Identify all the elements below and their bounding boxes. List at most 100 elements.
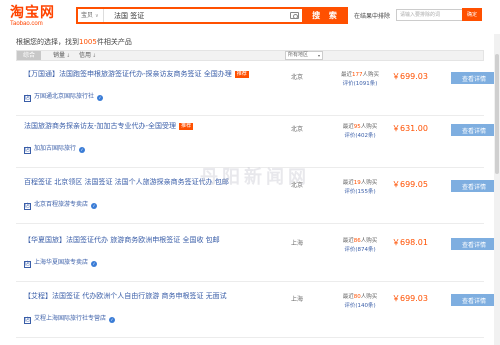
shop-icon: 店 — [24, 203, 31, 210]
review-link[interactable]: 评价(140条) — [332, 302, 388, 311]
sales-prefix: 最近 — [342, 180, 354, 186]
item-title[interactable]: 法国旅游商务探亲访友-加加古专业代办-全国受理 推荐 — [24, 122, 264, 131]
location-select-label: 所有地区 — [288, 52, 309, 58]
sales-suffix: 人购买 — [360, 124, 378, 130]
verified-icon: ✓ — [91, 203, 98, 209]
result-count: 1005 — [79, 38, 97, 46]
view-details-button[interactable]: 查看详情 — [451, 238, 497, 250]
sort-tab-default[interactable]: 综合 — [17, 51, 42, 60]
exclude-input[interactable] — [396, 9, 472, 21]
shop-name: 万国通北京国际旅行社 — [34, 93, 95, 100]
item-title-text: 【华夏国旅】法国签证代办 旅游商务欧洲申根签证 全国收 包邮 — [24, 236, 220, 244]
review-link[interactable]: 评价(874条) — [332, 246, 388, 255]
view-details-button[interactable]: 查看详情 — [451, 72, 497, 84]
item-price: ￥698.01 — [392, 238, 428, 247]
sort-tab-credit-label: 信用 — [79, 52, 92, 59]
sort-tab-sales-label: 销量 — [53, 52, 66, 59]
shop-icon: 店 — [24, 95, 31, 102]
sort-bar: 综合 销量↓ 信用↓ 所有地区 ▾ — [16, 50, 484, 61]
item-sales: 最近86人购买 评价(874条) — [332, 237, 388, 255]
view-details-button[interactable]: 查看详情 — [451, 294, 497, 306]
item-price: ￥699.05 — [392, 180, 428, 189]
sales-count: 95 — [353, 124, 361, 130]
chevron-down-icon: ▾ — [317, 53, 320, 58]
exclude-filter: 在结果中排除 确定 — [354, 7, 500, 24]
item-title-text: 法国旅游商务探亲访友-加加古专业代办-全国受理 — [24, 122, 177, 130]
sort-tab-sales[interactable]: 销量↓ — [53, 51, 70, 60]
item-location: 上海 — [291, 240, 304, 247]
sales-suffix: 人购买 — [360, 238, 378, 244]
scroll-thumb[interactable] — [495, 54, 499, 174]
shop-name: 加加古国际旅行 — [34, 145, 77, 152]
shop-link[interactable]: 店上海华夏国旅专卖店 ✓ — [24, 257, 98, 268]
shop-name: 北京百程旅游专卖店 — [34, 201, 89, 208]
item-title[interactable]: 【万国通】法国跑签申根旅游签证代办-探亲访友商务签证 全国办理 推荐 — [24, 70, 264, 79]
camera-icon[interactable] — [290, 12, 299, 19]
taobao-logo[interactable]: 淘宝网 Taobao.com — [10, 6, 55, 27]
logo-en: Taobao.com — [10, 21, 43, 27]
review-link[interactable]: 评价(1091条) — [332, 80, 388, 89]
verified-icon: ✓ — [109, 317, 116, 323]
item-title-text: 【万国通】法国跑签申根旅游签证代办-探亲访友商务签证 全国办理 — [24, 70, 232, 78]
item-price: ￥631.00 — [392, 124, 428, 133]
sort-arrow-icon: ↓ — [92, 53, 97, 59]
search-input[interactable] — [114, 9, 274, 22]
search-category-dropdown[interactable]: 宝贝 ∨ — [81, 9, 104, 22]
item-title[interactable]: 【华夏国旅】法国签证代办 旅游商务欧洲申根签证 全国收 包邮 — [24, 236, 264, 245]
logo-cn: 淘宝网 — [10, 5, 55, 21]
verified-icon: ✓ — [91, 261, 98, 267]
review-link[interactable]: 评价(402条) — [332, 132, 388, 141]
sales-prefix: 最近 — [342, 124, 354, 130]
verified-icon: ✓ — [97, 95, 104, 101]
search-box: 宝贝 ∨ — [76, 7, 304, 24]
item-location: 北京 — [291, 74, 304, 81]
review-link[interactable]: 评价(155条) — [332, 188, 388, 197]
result-suffix: 件相关产品 — [96, 38, 132, 46]
top-bar: 淘宝网 Taobao.com 宝贝∨ 搜 索 在结果中排除 确定 — [0, 0, 500, 34]
shop-link[interactable]: 店万国通北京国际旅行社 ✓ — [24, 91, 104, 102]
result-prefix: 根据您的选择，找到 — [16, 38, 79, 46]
exclude-label: 在结果中排除 — [354, 13, 391, 20]
item-sales: 最近80人购买 评价(140条) — [332, 293, 388, 311]
verified-icon: ✓ — [79, 147, 86, 153]
sales-suffix: 人购买 — [362, 72, 380, 78]
item-price: ￥699.03 — [392, 72, 428, 81]
sales-prefix: 最近 — [340, 72, 352, 78]
shop-icon: 店 — [24, 317, 31, 324]
sales-count: 19 — [353, 180, 361, 186]
view-details-button[interactable]: 查看详情 — [451, 180, 497, 192]
item-title[interactable]: 【艾程】法国签证 代办欧洲个人自由行旅游 商务申根签证 无面试 — [24, 292, 264, 301]
sales-prefix: 最近 — [342, 294, 354, 300]
item-price: ￥699.03 — [392, 294, 428, 303]
item-sales: 最近177人购买 评价(1091条) — [332, 71, 388, 89]
item-title-text: 百程签证 北京领区 法国签证 法国个人旅游探亲商务签证代办 包邮 — [24, 178, 229, 186]
list-item: 【艾程】法国签证 代办欧洲个人自由行旅游 商务申根签证 无面试 店艾程上海国际旅… — [16, 288, 497, 338]
sort-tab-credit[interactable]: 信用↓ — [79, 51, 96, 60]
sales-suffix: 人购买 — [360, 180, 378, 186]
exclude-confirm-button[interactable]: 确定 — [462, 8, 482, 21]
watermark: 丹阳新闻网 — [200, 167, 310, 188]
sales-suffix: 人购买 — [360, 294, 378, 300]
view-details-button[interactable]: 查看详情 — [451, 124, 497, 136]
shop-link[interactable]: 店艾程上海国际旅行社专营店 ✓ — [24, 313, 116, 324]
sales-prefix: 最近 — [342, 238, 354, 244]
list-item: 法国旅游商务探亲访友-加加古专业代办-全国受理 推荐 店加加古国际旅行 ✓ 北京 最… — [16, 118, 497, 168]
sort-arrow-icon: ↓ — [66, 53, 71, 59]
list-item: 【万国通】法国跑签申根旅游签证代办-探亲访友商务签证 全国办理 推荐 店万国通北京… — [16, 66, 497, 116]
shop-link[interactable]: 店加加古国际旅行 ✓ — [24, 143, 86, 154]
item-title-text: 【艾程】法国签证 代办欧洲个人自由行旅游 商务申根签证 无面试 — [24, 292, 227, 300]
chevron-down-icon: ∨ — [95, 13, 99, 19]
list-item: 【华夏国旅】法国签证代办 旅游商务欧洲申根签证 全国收 包邮 店上海华夏国旅专卖… — [16, 232, 497, 282]
result-summary: 根据您的选择，找到1005件相关产品 — [16, 37, 132, 47]
item-location: 北京 — [291, 126, 304, 133]
sales-count: 86 — [353, 238, 361, 244]
page-scrollbar[interactable] — [494, 34, 500, 345]
shop-link[interactable]: 店北京百程旅游专卖店 ✓ — [24, 199, 98, 210]
shop-icon: 店 — [24, 261, 31, 268]
shop-icon: 店 — [24, 147, 31, 154]
location-select[interactable]: 所有地区 ▾ — [285, 51, 323, 60]
item-location: 上海 — [291, 296, 304, 303]
search-category-label: 宝贝 — [81, 12, 94, 19]
recommend-badge: 推荐 — [179, 123, 194, 130]
search-button[interactable]: 搜 索 — [304, 7, 348, 24]
